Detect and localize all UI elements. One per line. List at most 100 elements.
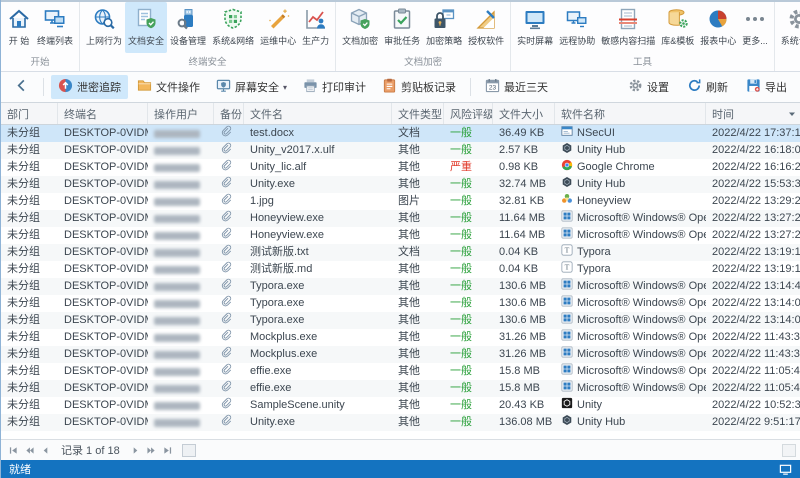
table-row[interactable]: 未分组 DESKTOP-0VIDMDJ Typora.exe 其他 一般 130.6 MB…	[1, 312, 800, 329]
remote-assist-icon	[565, 6, 589, 32]
paperclip-icon	[220, 278, 232, 295]
ribbon-item-live-screen[interactable]: 实时屏幕	[514, 2, 556, 53]
toolbar-button-file-ops[interactable]: 文件操作	[130, 75, 207, 99]
ribbon-item-label: 终端列表	[37, 36, 74, 46]
table-row[interactable]: 未分组 DESKTOP-0VIDMDJ Unity.exe 其他 一般 136.08 MB…	[1, 414, 800, 431]
cell-text: 其他	[398, 178, 420, 190]
app-chrome-icon	[561, 159, 577, 176]
cell-backup	[214, 227, 244, 244]
ribbon-item-encrypt-policy[interactable]: 加密策略	[423, 2, 465, 53]
ribbon-item-content-scan[interactable]: 敏感内容扫描	[598, 2, 658, 53]
table-row[interactable]: 未分组 DESKTOP-0VIDMDJ 测试新版.txt 文档 一般 0.04 KB T Ty…	[1, 244, 800, 261]
live-screen-icon	[523, 6, 547, 32]
cell-software: NSecUI	[555, 125, 706, 142]
scrollbar-right-button[interactable]	[782, 443, 796, 457]
column-header-label: 风险评级	[450, 108, 493, 121]
cell-backup	[214, 295, 244, 312]
column-header-dept[interactable]: 部门	[1, 103, 58, 124]
ribbon-item-settings-gear[interactable]: 系统设置	[778, 2, 800, 53]
cell-backup	[214, 329, 244, 346]
column-header-software[interactable]: 软件名称	[555, 103, 706, 124]
nav-prev-button[interactable]	[37, 443, 53, 457]
ribbon-item-doc-security[interactable]: 文档安全	[125, 2, 168, 53]
cell-text: DESKTOP-0VIDMDJ	[64, 331, 148, 343]
status-monitor-icon[interactable]	[779, 463, 792, 476]
cell-text: 15.8 MB	[499, 382, 540, 394]
ribbon-item-productivity[interactable]: 生产力	[299, 2, 332, 53]
ribbon-item-library-template[interactable]: 库&模板	[658, 2, 697, 53]
ribbon-item-licensed-software[interactable]: 授权软件	[465, 2, 507, 53]
nav-prev-page-button[interactable]	[21, 443, 37, 457]
toolbar-button-refresh[interactable]: 刷新	[680, 75, 735, 99]
toolbar-button-leak-trace[interactable]: 泄密追踪	[51, 75, 128, 99]
time-value: 2022/4/22 13:27:25	[712, 229, 800, 241]
cell-software: Honeyview	[555, 193, 706, 210]
table-row[interactable]: 未分组 DESKTOP-0VIDMDJ effie.exe 其他 一般 15.8 MB Mi…	[1, 363, 800, 380]
app-window: 开 始终端列表 开始 上网行为 文档安全 设备管理 系统&网络 运维中心 生产力 终端安全 文档加…	[0, 0, 800, 478]
back-button[interactable]	[7, 75, 36, 99]
table-row[interactable]: 未分组 DESKTOP-0VIDMDJ Honeyview.exe 其他 一般 11.64…	[1, 210, 800, 227]
pager-extra-button[interactable]	[181, 443, 196, 457]
table-row[interactable]: 未分组 DESKTOP-0VIDMDJ Unity_v2017.x.ulf 其他 一般 2…	[1, 142, 800, 159]
app-windows-icon	[561, 210, 577, 227]
ribbon-item-report-center[interactable]: 报表中心	[697, 2, 739, 53]
column-header-label: 文件大小	[499, 108, 543, 121]
toolbar-button-screen-security[interactable]: 屏幕安全 ▾	[209, 75, 294, 99]
column-header-file[interactable]: 文件名	[244, 103, 392, 124]
table-row[interactable]: 未分组 DESKTOP-0VIDMDJ Honeyview.exe 其他 一般 11.64…	[1, 227, 800, 244]
column-header-user[interactable]: 操作用户	[148, 103, 214, 124]
column-header-time[interactable]: 时间	[706, 103, 800, 124]
nav-first-button[interactable]	[5, 443, 21, 457]
nav-next-button[interactable]	[128, 443, 144, 457]
time-value: 2022/4/22 16:16:25	[712, 161, 800, 173]
table-row[interactable]: 未分组 DESKTOP-0VIDMDJ Mockplus.exe 其他 一般 31.26 …	[1, 346, 800, 363]
cell-terminal: DESKTOP-0VIDMDJ	[58, 244, 148, 261]
cell-size: 130.6 MB	[493, 312, 555, 329]
cell-text: 其他	[398, 280, 420, 292]
cell-backup	[214, 125, 244, 142]
table-row[interactable]: 未分组 DESKTOP-0VIDMDJ SampleScene.unity 其他 一般 2…	[1, 397, 800, 414]
table-row[interactable]: 未分组 DESKTOP-0VIDMDJ Mockplus.exe 其他 一般 31.26 …	[1, 329, 800, 346]
table-row[interactable]: 未分组 DESKTOP-0VIDMDJ 测试新版.md 其他 一般 0.04 KB T Typ…	[1, 261, 800, 278]
toolbar-button-export[interactable]: 导出	[739, 75, 794, 99]
ribbon-item-approval-task[interactable]: 审批任务	[381, 2, 423, 53]
cell-size: 31.26 MB	[493, 329, 555, 346]
table-row[interactable]: 未分组 DESKTOP-0VIDMDJ Unity.exe 其他 一般 32.74 MB U…	[1, 176, 800, 193]
cell-type: 其他	[392, 414, 444, 431]
table-row[interactable]: 未分组 DESKTOP-0VIDMDJ Typora.exe 其他 一般 130.6 MB…	[1, 295, 800, 312]
software-name: Unity Hub	[577, 178, 626, 190]
ribbon-item-terminal-list[interactable]: 终端列表	[34, 2, 76, 53]
toolbar-button-label: 导出	[765, 82, 787, 94]
toolbar-button-clipboard-record[interactable]: 剪贴板记录	[375, 75, 463, 99]
ribbon-item-system-network[interactable]: 系统&网络	[209, 2, 257, 53]
column-header-type[interactable]: 文件类型	[392, 103, 444, 124]
ribbon-item-web-behavior[interactable]: 上网行为	[83, 2, 125, 53]
table-row[interactable]: 未分组 DESKTOP-0VIDMDJ effie.exe 其他 一般 15.8 MB Mi…	[1, 380, 800, 397]
ribbon-item-doc-encrypt[interactable]: 文档加密	[339, 2, 381, 53]
cell-text: Unity.exe	[250, 416, 296, 428]
table-row[interactable]: 未分组 DESKTOP-0VIDMDJ test.docx 文档 一般 36.49 KB N…	[1, 125, 800, 142]
paperclip-icon	[220, 295, 232, 312]
ribbon-item-home[interactable]: 开 始	[4, 2, 34, 53]
cell-software: Unity	[555, 397, 706, 414]
column-header-terminal[interactable]: 终端名	[58, 103, 148, 124]
toolbar-button-gear-small[interactable]: 设置	[621, 75, 676, 99]
cell-size: 32.74 MB	[493, 176, 555, 193]
ribbon-item-more-dots[interactable]: 更多...	[739, 2, 771, 53]
toolbar-button-calendar[interactable]: 23 最近三天	[478, 75, 555, 99]
toolbar-button-print-audit[interactable]: 打印审计	[296, 75, 373, 99]
table-row[interactable]: 未分组 DESKTOP-0VIDMDJ 1.jpg 图片 一般 32.81 KB Honey…	[1, 193, 800, 210]
ribbon-item-remote-assist[interactable]: 远程协助	[556, 2, 598, 53]
nav-last-button[interactable]	[160, 443, 176, 457]
cell-backup	[214, 414, 244, 431]
ribbon-item-device-manage[interactable]: 设备管理	[167, 2, 209, 53]
operator-user-redacted	[154, 265, 200, 274]
table-row[interactable]: 未分组 DESKTOP-0VIDMDJ Unity_lic.alf 其他 严重 0.98 …	[1, 159, 800, 176]
table-row[interactable]: 未分组 DESKTOP-0VIDMDJ Typora.exe 其他 一般 130.6 MB…	[1, 278, 800, 295]
nav-next-page-button[interactable]	[144, 443, 160, 457]
column-header-backup[interactable]: 备份	[214, 103, 244, 124]
ribbon-item-ops-center[interactable]: 运维中心	[257, 2, 299, 53]
cell-text: 36.49 KB	[499, 127, 545, 139]
column-header-risk[interactable]: 风险评级	[444, 103, 493, 124]
column-header-size[interactable]: 文件大小	[493, 103, 555, 124]
